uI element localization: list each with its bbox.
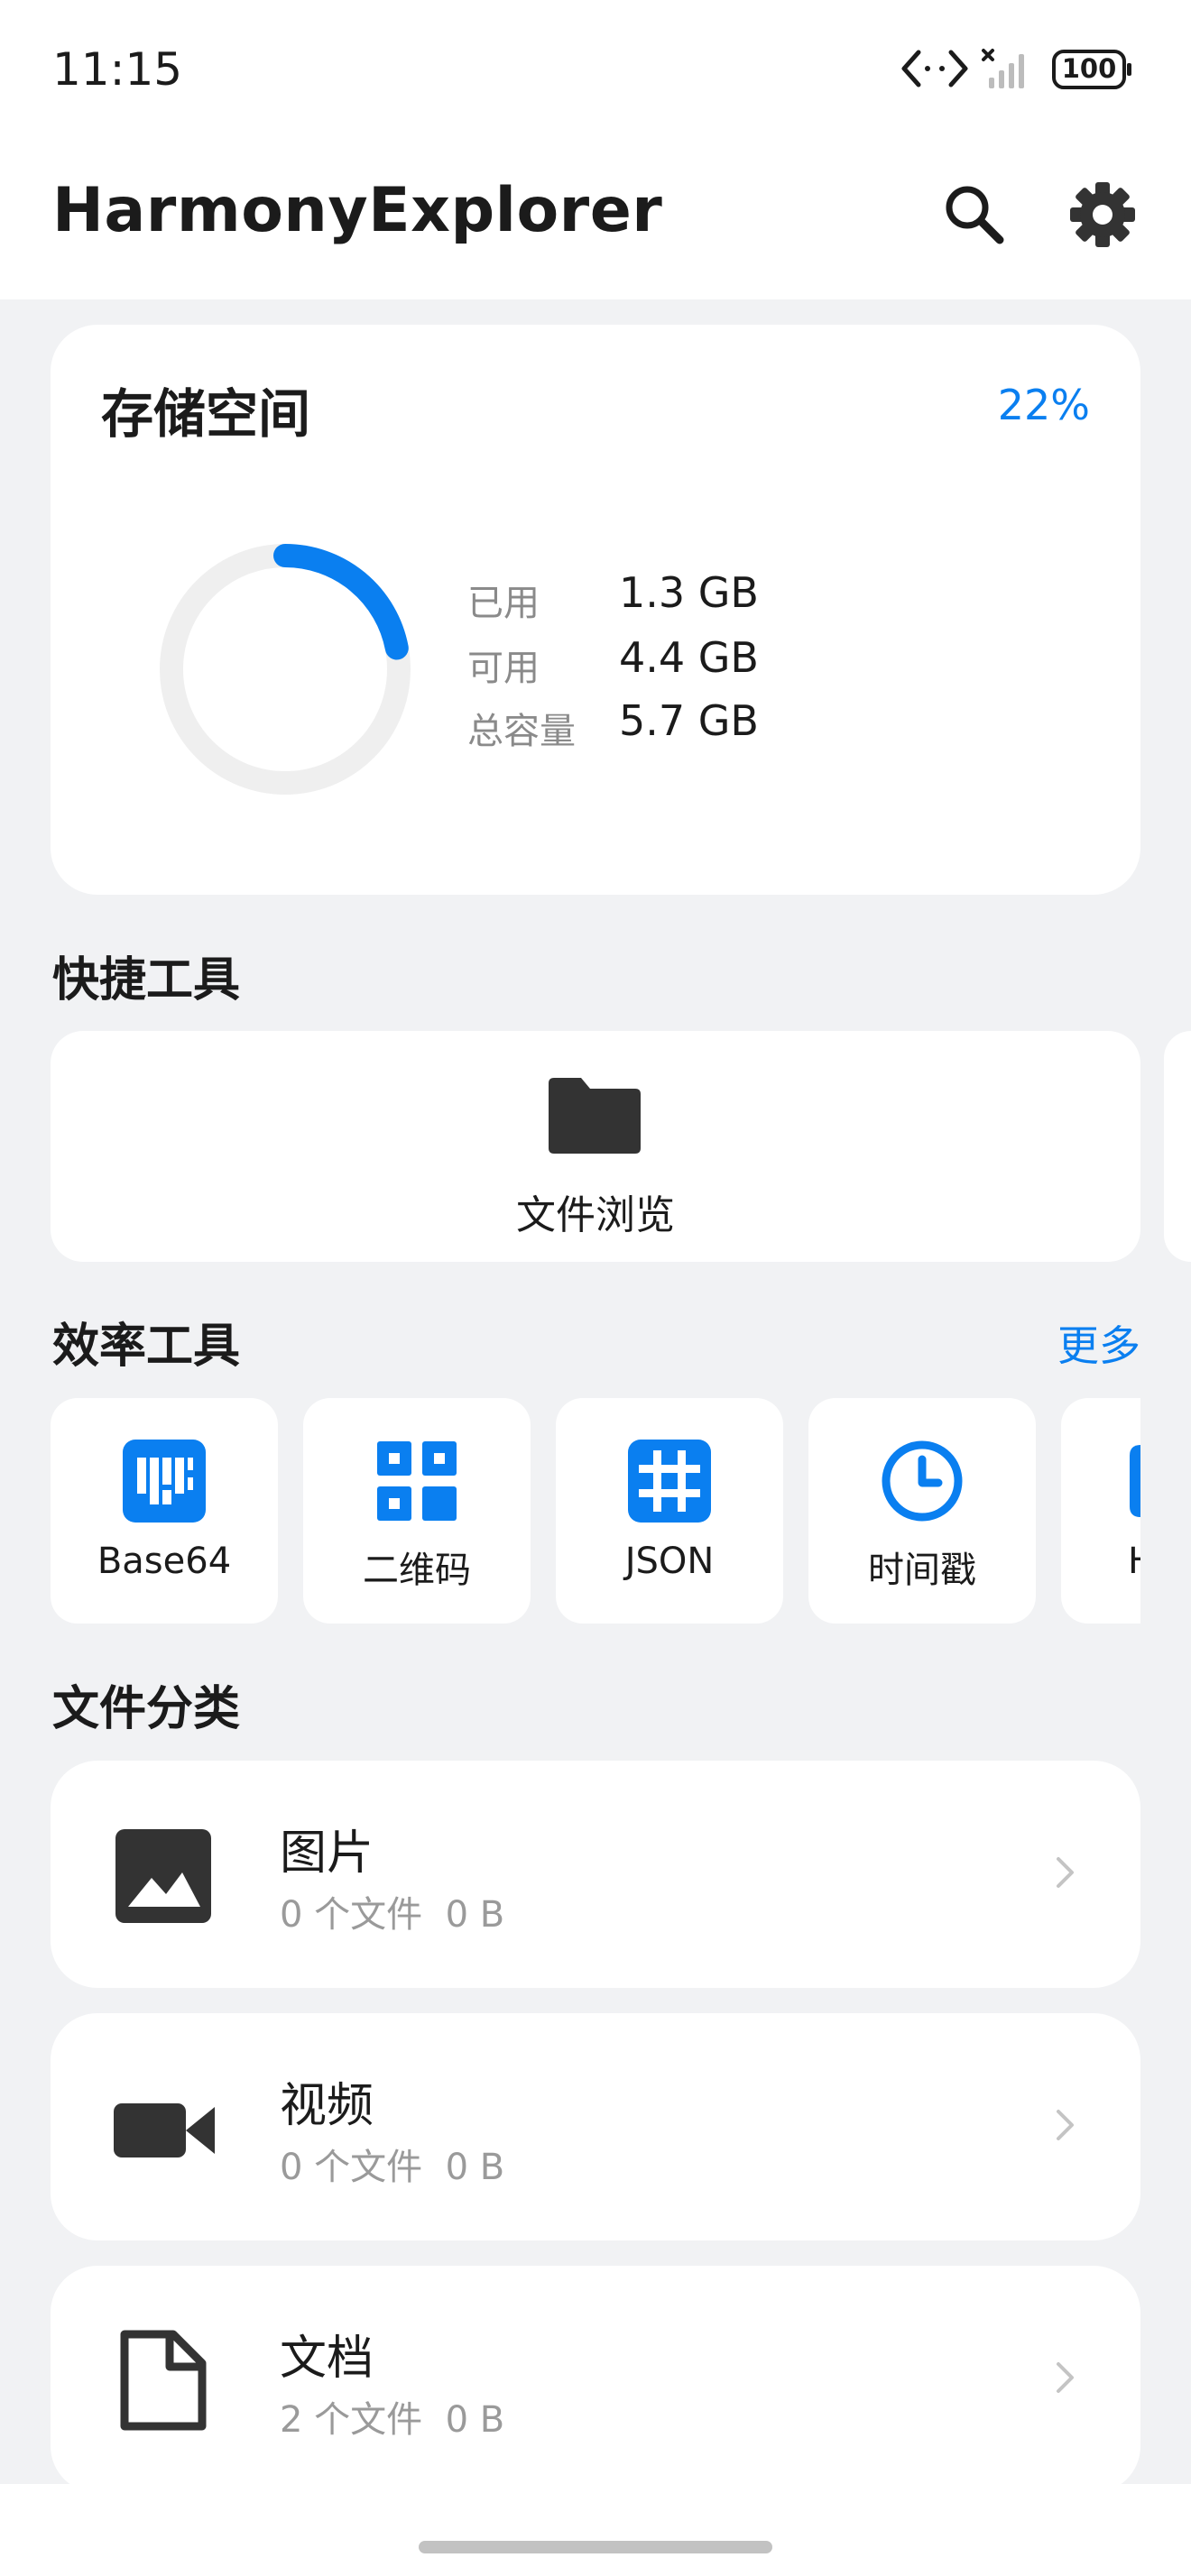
- storage-percent: 22%: [997, 381, 1090, 429]
- stat-total-value: 5.7 GB: [619, 696, 759, 745]
- tool-label: H: [1128, 1541, 1140, 1582]
- stat-total-label: 总容量: [467, 711, 576, 752]
- battery-level: 100: [1061, 53, 1117, 84]
- storage-ring-chart: [160, 544, 411, 795]
- quick-tool-file-browse[interactable]: 文件浏览: [51, 1031, 1140, 1262]
- category-size: 0 B: [445, 2399, 505, 2441]
- tool-timestamp[interactable]: 时间戳: [808, 1398, 1036, 1624]
- tool-label: 时间戳: [868, 1550, 976, 1591]
- storage-stats: 已用 1.3 GB 可用 4.4 GB 总容量 5.7 GB: [467, 566, 919, 765]
- signal-no-service-icon: [982, 49, 1024, 88]
- stat-used-label: 已用: [467, 583, 540, 624]
- settings-gear-icon: [1070, 182, 1135, 247]
- stat-available-label: 可用: [467, 648, 540, 689]
- json-grid-icon: [628, 1440, 711, 1523]
- app-bar: HarmonyExplorer: [0, 135, 1191, 299]
- tool-qr-code[interactable]: 二维码: [303, 1398, 531, 1624]
- search-button[interactable]: [935, 175, 1014, 254]
- category-count: 0 个文件: [280, 2147, 423, 2188]
- video-camera-icon: [114, 2103, 215, 2157]
- chevron-right-icon: [1057, 2110, 1074, 2140]
- category-name: 图片: [280, 1826, 374, 1881]
- bottom-safe-area: [0, 2484, 1191, 2576]
- category-documents[interactable]: 文档 2 个文件 0 B: [51, 2266, 1140, 2493]
- status-time: 11:15: [52, 43, 183, 96]
- chevron-right-icon: [1057, 2362, 1074, 2393]
- tool-partial[interactable]: H: [1061, 1398, 1140, 1624]
- category-size: 0 B: [445, 2147, 505, 2188]
- stat-available-value: 4.4 GB: [619, 633, 759, 682]
- quick-tool-label: 文件浏览: [516, 1192, 675, 1238]
- tool-json[interactable]: JSON: [556, 1398, 783, 1624]
- file-categories-title: 文件分类: [52, 1682, 241, 1736]
- status-bar: 11:15 100: [0, 0, 1191, 135]
- search-icon: [946, 186, 1004, 244]
- tool-label: Base64: [97, 1541, 232, 1582]
- partial-tool-icon: [1130, 1445, 1140, 1517]
- status-icons: 100: [900, 40, 1153, 101]
- category-count: 2 个文件: [280, 2399, 423, 2441]
- settings-button[interactable]: [1063, 175, 1142, 254]
- efficiency-tools-title: 效率工具: [52, 1320, 241, 1374]
- quick-tools-title: 快捷工具: [52, 953, 241, 1007]
- qr-code-icon: [377, 1441, 457, 1521]
- category-images[interactable]: 图片 0 个文件 0 B: [51, 1761, 1140, 1988]
- category-name: 文档: [280, 2332, 374, 2386]
- chevron-right-icon: [1057, 1857, 1074, 1888]
- stat-used-value: 1.3 GB: [619, 568, 759, 617]
- category-meta: 0 个文件 0 B: [280, 1885, 504, 1937]
- quick-tool-next-card[interactable]: [1164, 1031, 1191, 1262]
- category-meta: 0 个文件 0 B: [280, 2138, 504, 2190]
- category-meta: 2 个文件 0 B: [280, 2390, 504, 2443]
- document-icon: [120, 2330, 207, 2431]
- tool-label: 二维码: [363, 1550, 471, 1591]
- category-size: 0 B: [445, 1894, 505, 1936]
- home-indicator[interactable]: [419, 2541, 772, 2553]
- category-count: 0 个文件: [280, 1894, 423, 1936]
- image-icon: [115, 1829, 211, 1923]
- storage-card[interactable]: 存储空间 22% 已用 1.3 GB 可用 4.4 GB 总容量 5.7 GB: [51, 325, 1140, 895]
- clock-icon: [882, 1440, 963, 1522]
- base64-icon: [123, 1440, 206, 1523]
- more-link[interactable]: 更多: [1057, 1313, 1140, 1373]
- app-title: HarmonyExplorer: [52, 175, 663, 246]
- tool-label: JSON: [624, 1541, 715, 1582]
- storage-title: 存储空间: [101, 383, 311, 445]
- category-name: 视频: [280, 2079, 374, 2133]
- category-videos[interactable]: 视频 0 个文件 0 B: [51, 2013, 1140, 2240]
- data-transfer-icon: [901, 50, 968, 87]
- folder-icon: [549, 1078, 641, 1154]
- tool-base64[interactable]: Base64: [51, 1398, 278, 1624]
